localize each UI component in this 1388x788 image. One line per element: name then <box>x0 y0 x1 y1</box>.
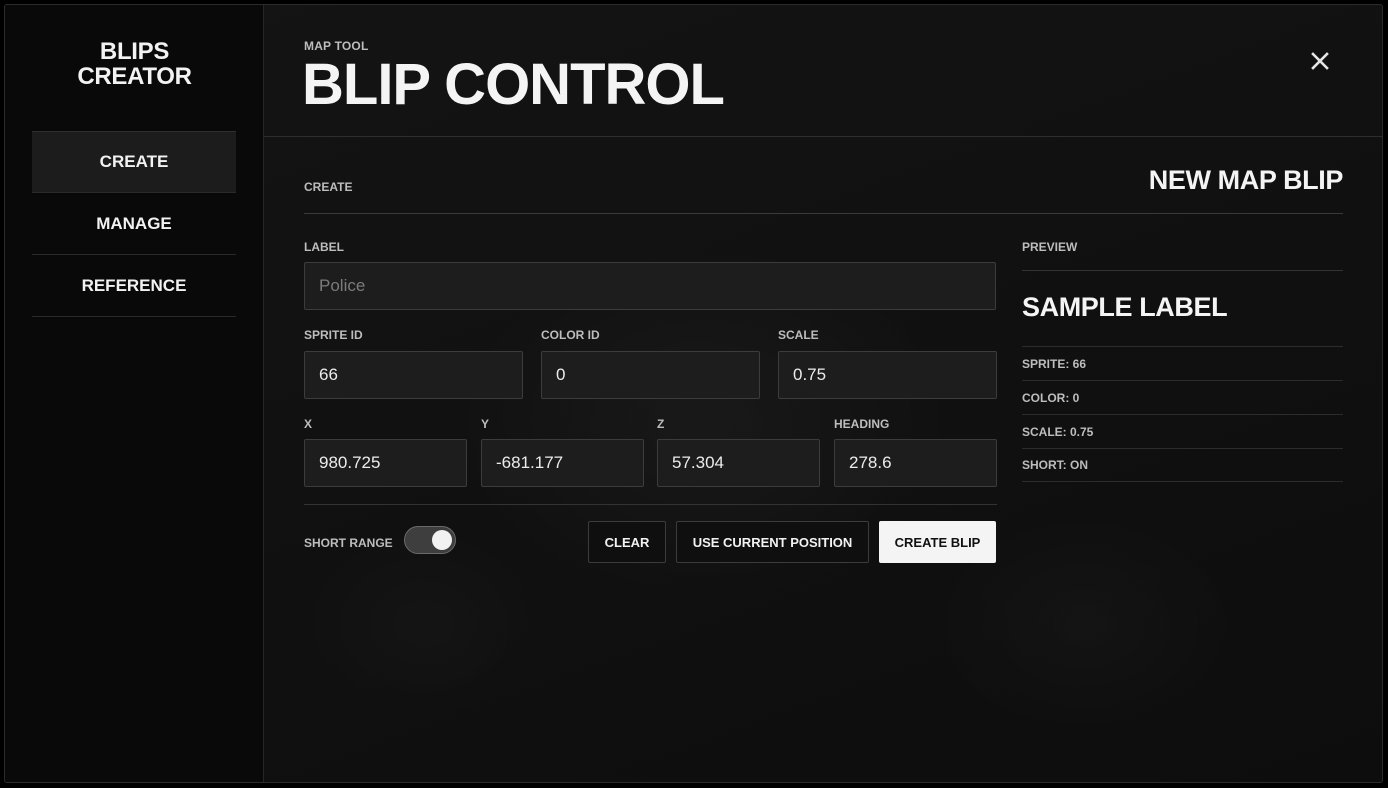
preview-row-scale: SCALE: 0.75 <box>1022 414 1343 448</box>
section-title: NEW MAP BLIP <box>1148 165 1344 195</box>
sidebar-item-create[interactable]: CREATE <box>32 131 236 193</box>
brand-logo: BLIPS CREATOR <box>5 39 264 89</box>
section-label: CREATE <box>304 180 353 194</box>
section-header: CREATE NEW MAP BLIP <box>304 137 1343 214</box>
short-range-label: SHORT RANGE <box>304 536 393 550</box>
close-icon <box>1311 52 1329 70</box>
preview-divider <box>1022 270 1343 271</box>
form-divider <box>304 504 997 505</box>
preview-row-color: COLOR: 0 <box>1022 380 1343 414</box>
scale-label: SCALE <box>778 328 819 342</box>
preview-row-sprite: SPRITE: 66 <box>1022 346 1343 380</box>
preview-row-short: SHORT: ON <box>1022 448 1343 482</box>
color-id-input[interactable] <box>541 351 760 399</box>
page-title: BLIP CONTROL <box>302 52 725 117</box>
x-input[interactable] <box>304 439 467 487</box>
sidebar-item-manage[interactable]: MANAGE <box>32 193 236 255</box>
clear-button[interactable]: CLEAR <box>588 521 666 563</box>
sidebar-item-reference[interactable]: REFERENCE <box>32 255 236 317</box>
z-label: Z <box>657 417 665 431</box>
header: MAP TOOL BLIP CONTROL <box>264 5 1382 137</box>
toggle-knob <box>432 530 452 550</box>
create-blip-button[interactable]: CREATE BLIP <box>879 521 996 563</box>
color-id-label: COLOR ID <box>541 328 600 342</box>
preview-label: PREVIEW <box>1022 240 1078 254</box>
label-field-label: LABEL <box>304 240 344 254</box>
z-input[interactable] <box>657 439 820 487</box>
sprite-id-label: SPRITE ID <box>304 328 363 342</box>
sprite-id-input[interactable] <box>304 351 523 399</box>
brand-line-2: CREATOR <box>77 63 192 90</box>
sidebar: BLIPS CREATOR CREATE MANAGE REFERENCE <box>5 5 264 782</box>
brand-line-1: BLIPS <box>99 38 170 65</box>
preview-blip-name: SAMPLE LABEL <box>1022 292 1228 322</box>
x-label: X <box>304 417 313 431</box>
sidebar-nav: CREATE MANAGE REFERENCE <box>32 131 236 317</box>
short-range-toggle[interactable] <box>404 526 456 554</box>
blips-creator-window: BLIPS CREATOR CREATE MANAGE REFERENCE MA… <box>4 4 1383 783</box>
y-label: Y <box>481 417 490 431</box>
use-current-position-button[interactable]: USE CURRENT POSITION <box>676 521 869 563</box>
label-input[interactable] <box>304 262 996 310</box>
header-eyebrow: MAP TOOL <box>304 39 369 53</box>
heading-label: HEADING <box>834 417 890 431</box>
close-button[interactable] <box>1306 47 1334 75</box>
heading-input[interactable] <box>834 439 997 487</box>
preview-details: SPRITE: 66 COLOR: 0 SCALE: 0.75 SHORT: O… <box>1022 346 1343 482</box>
scale-input[interactable] <box>778 351 997 399</box>
y-input[interactable] <box>481 439 644 487</box>
